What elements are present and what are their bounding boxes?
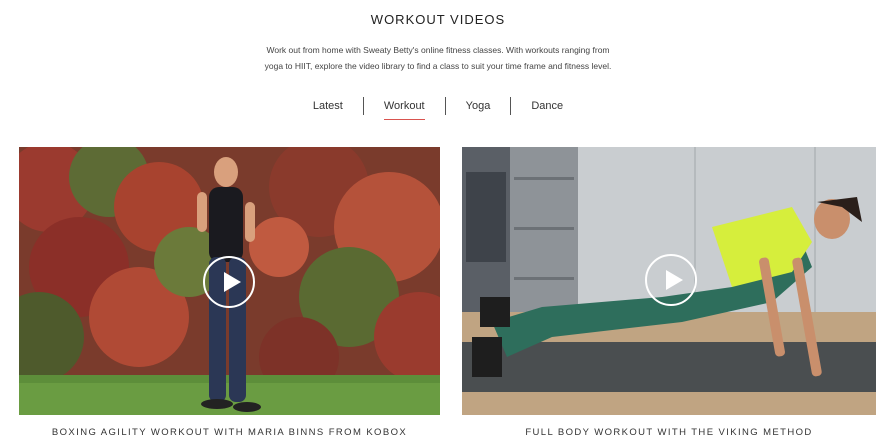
tab-workout[interactable]: Workout bbox=[364, 96, 445, 120]
tab-yoga[interactable]: Yoga bbox=[446, 96, 511, 116]
intro-line-1: Work out from home with Sweaty Betty's o… bbox=[266, 45, 610, 55]
video-card-full-body[interactable] bbox=[462, 147, 876, 415]
intro-line-2: yoga to HIIT, explore the video library … bbox=[264, 61, 612, 71]
play-icon[interactable] bbox=[645, 254, 697, 306]
video-title-boxing[interactable]: BOXING AGILITY WORKOUT WITH MARIA BINNS … bbox=[19, 427, 440, 438]
category-tabs: Latest Workout Yoga Dance bbox=[0, 96, 876, 120]
video-title-full-body[interactable]: FULL BODY WORKOUT WITH THE VIKING METHOD bbox=[462, 427, 876, 438]
video-card-boxing[interactable] bbox=[19, 147, 440, 415]
intro-text: Work out from home with Sweaty Betty's o… bbox=[200, 42, 676, 74]
workout-videos-page: WORKOUT VIDEOS Work out from home with S… bbox=[0, 0, 876, 441]
tab-dance[interactable]: Dance bbox=[511, 96, 583, 116]
tab-latest[interactable]: Latest bbox=[293, 96, 363, 116]
play-icon[interactable] bbox=[203, 256, 255, 308]
page-title: WORKOUT VIDEOS bbox=[370, 12, 506, 27]
